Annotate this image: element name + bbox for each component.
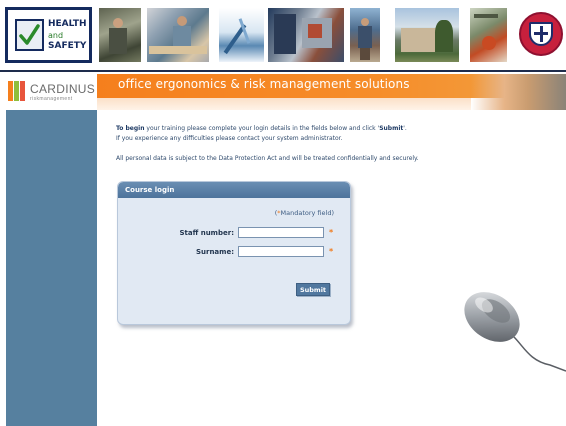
surname-label: Surname: xyxy=(195,248,234,256)
data-protection-notice: All personal data is subject to the Data… xyxy=(116,155,419,162)
cardinus-wordmark: CARDINUS xyxy=(30,82,96,96)
cardinus-logo: CARDINUS riskmanagement xyxy=(0,74,97,110)
tagline-banner: office ergonomics & risk management solu… xyxy=(97,74,566,110)
intro-line-2: If you experience any difficulties pleas… xyxy=(116,135,343,142)
intro-submit-word: Submit xyxy=(379,125,404,132)
submit-button[interactable]: Submit xyxy=(296,283,330,296)
left-sidebar xyxy=(6,110,97,426)
surname-input[interactable] xyxy=(238,246,324,257)
hs-logo-line1: HEALTH xyxy=(48,19,87,29)
course-login-panel: Course login (*Mandatory field) Staff nu… xyxy=(117,181,351,325)
staff-number-label: Staff number: xyxy=(179,229,235,237)
staff-number-required-mark: * xyxy=(329,228,334,237)
health-and-safety-logo: HEALTH and SAFETY xyxy=(5,7,92,63)
cardinus-subtitle: riskmanagement xyxy=(30,96,73,102)
intro-line-1-text: your training please complete your login… xyxy=(144,125,380,132)
login-panel-header: Course login xyxy=(118,182,350,198)
banner-office-photo xyxy=(471,74,566,110)
photo-building xyxy=(395,8,459,62)
staff-number-input[interactable] xyxy=(238,227,324,238)
top-banner: HEALTH and SAFETY xyxy=(0,0,566,72)
intro-line-1-end: '. xyxy=(403,125,407,132)
photo-hiker xyxy=(350,8,380,62)
tagline-text: office ergonomics & risk management solu… xyxy=(118,77,410,91)
hs-logo-line2: and xyxy=(48,31,64,40)
banner-shadow-band xyxy=(97,98,471,110)
photo-office-worker xyxy=(99,8,141,62)
surname-required-mark: * xyxy=(329,247,334,256)
login-title: Course login xyxy=(125,186,175,194)
photo-desk-meeting xyxy=(147,8,209,62)
mandatory-field-note: (*Mandatory field) xyxy=(274,209,334,217)
photo-lab xyxy=(219,8,264,62)
checkmark-icon xyxy=(15,19,44,51)
photo-equipment xyxy=(470,8,507,62)
photo-workshop xyxy=(268,8,344,62)
computer-mouse-illustration xyxy=(464,292,566,372)
intro-line-1: To begin your training please complete y… xyxy=(116,125,407,132)
hs-logo-line3: SAFETY xyxy=(48,41,87,51)
intro-bold-begin: To begin xyxy=(116,125,145,132)
university-crest-logo xyxy=(519,12,563,56)
